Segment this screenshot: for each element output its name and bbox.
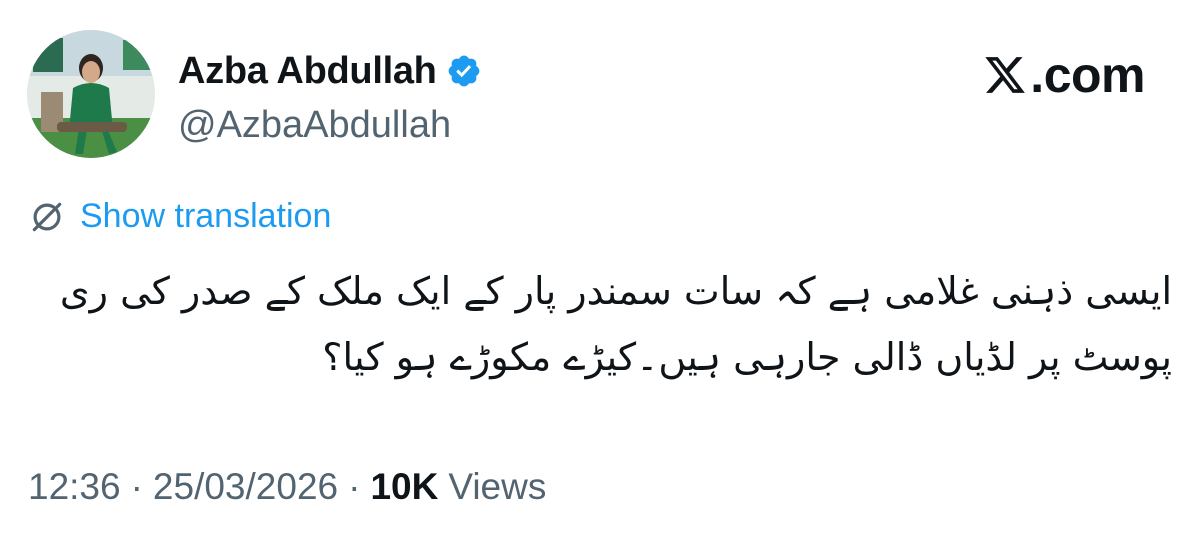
author-name[interactable]: Azba Abdullah xyxy=(178,50,437,93)
views-label: Views xyxy=(448,466,547,507)
views-count: 10K xyxy=(370,466,439,507)
tweet-card: Azba Abdullah @AzbaAbdullah .com Show tr… xyxy=(0,0,1200,553)
tweet-date[interactable]: 25/03/2026 xyxy=(153,466,338,508)
author-name-row: Azba Abdullah xyxy=(178,48,482,94)
verified-badge-icon[interactable] xyxy=(446,53,482,89)
brand-label: .com xyxy=(1030,47,1145,103)
x-brand-logo: .com xyxy=(982,46,1145,104)
tweet-time[interactable]: 12:36 xyxy=(28,466,121,508)
avatar-photo xyxy=(27,30,155,158)
tweet-meta: 12:36 · 25/03/2026 · 10K Views xyxy=(28,466,546,508)
author-handle[interactable]: @AzbaAbdullah xyxy=(178,104,482,147)
meta-separator: · xyxy=(348,466,361,507)
translate-icon xyxy=(32,202,62,231)
meta-separator: · xyxy=(130,466,143,507)
author-block: Azba Abdullah @AzbaAbdullah xyxy=(178,48,482,147)
show-translation-label: Show translation xyxy=(80,197,332,235)
avatar[interactable] xyxy=(27,30,155,158)
tweet-text: ایسی ذہنی غلامی ہے کہ سات سمندر پار کے ا… xyxy=(59,269,1172,379)
show-translation-link[interactable]: Show translation xyxy=(28,197,331,236)
x-logo-icon xyxy=(985,57,1026,93)
